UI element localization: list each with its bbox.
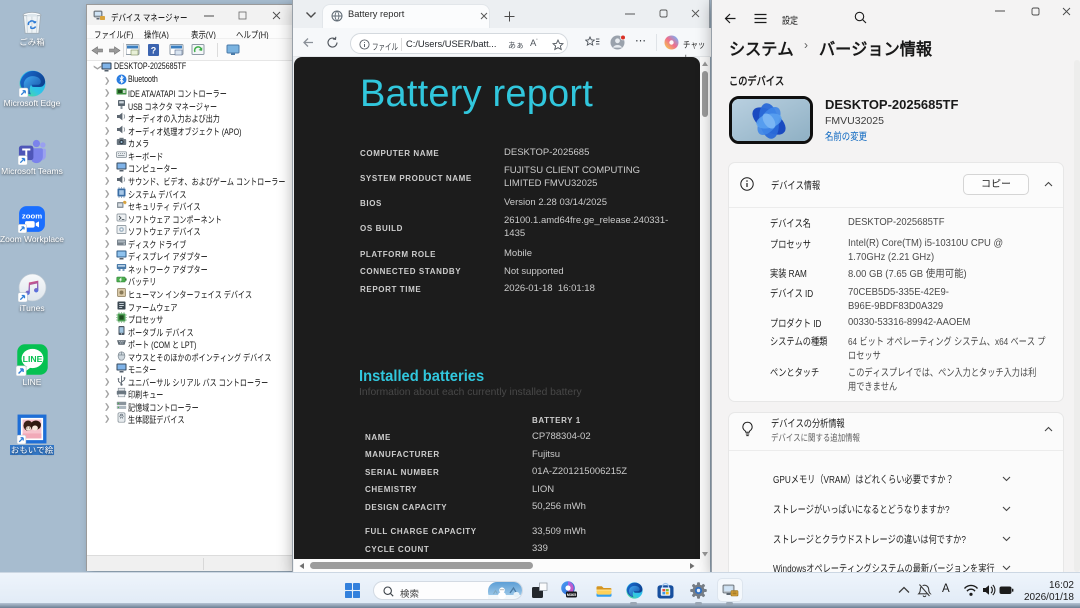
svg-text:M365: M365	[567, 593, 577, 597]
svg-text:LINE: LINE	[22, 354, 42, 364]
svg-text:?: ?	[151, 46, 157, 56]
svg-text:zoom: zoom	[22, 211, 42, 220]
